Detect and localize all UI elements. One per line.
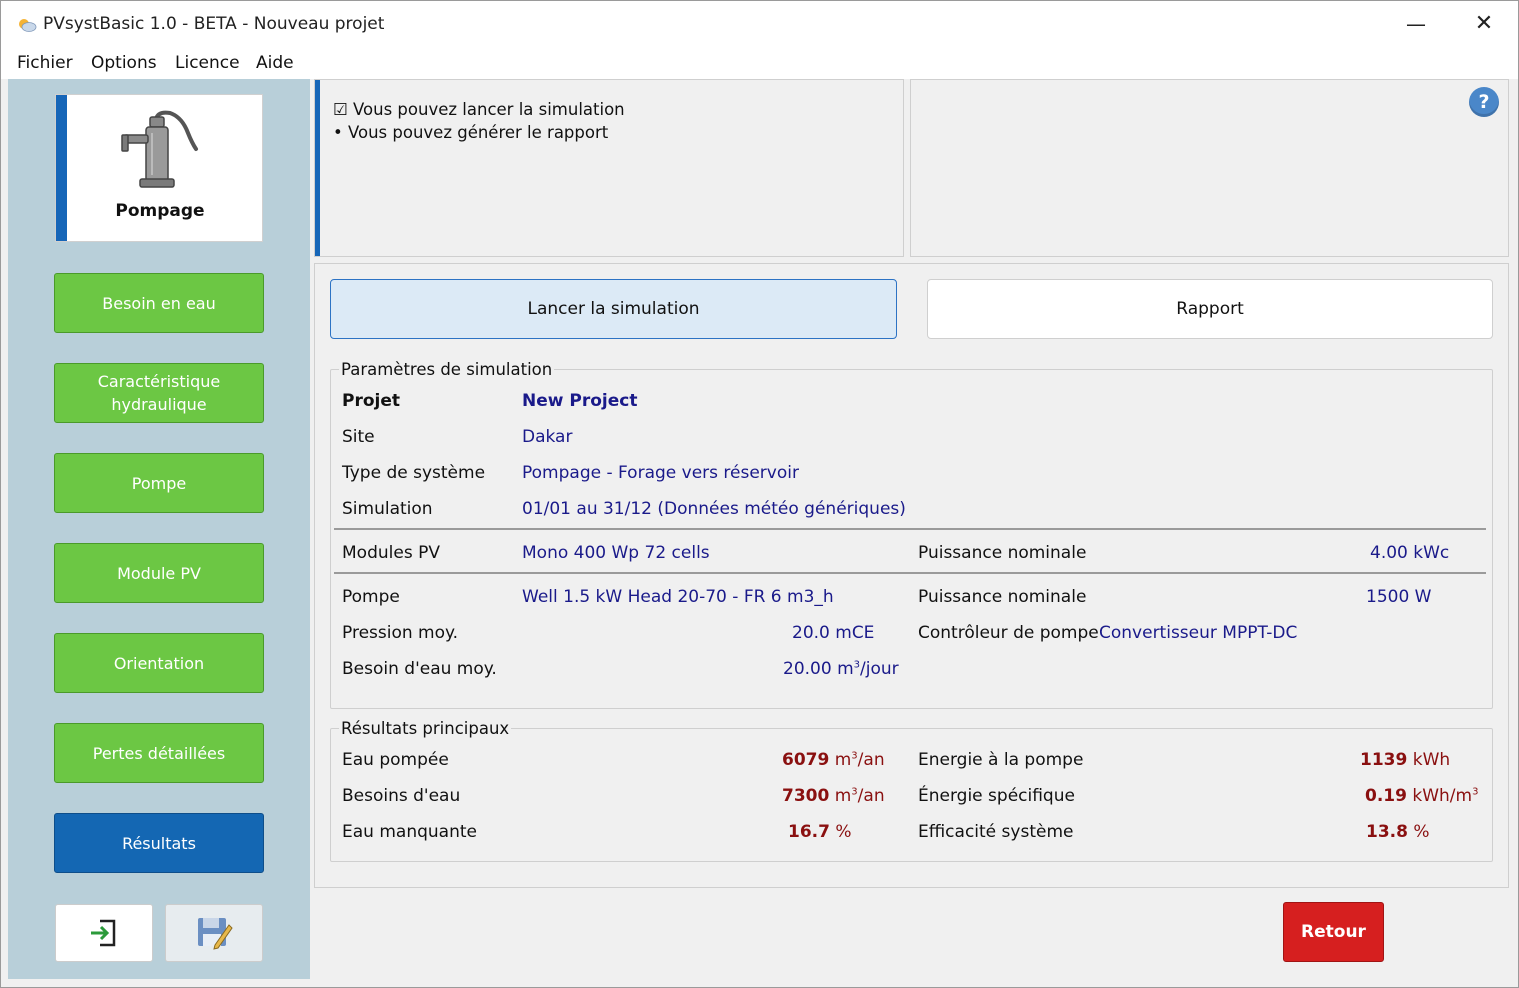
nav-pompe[interactable]: Pompe bbox=[54, 453, 264, 513]
help-icon[interactable]: ? bbox=[1469, 87, 1499, 117]
water-pump-icon bbox=[121, 110, 198, 188]
separator bbox=[334, 528, 1486, 530]
param-pompe-label: Pompe bbox=[342, 587, 400, 607]
result-manquante-unit: % bbox=[829, 822, 852, 842]
nav-pertes-detaillees[interactable]: Pertes détaillées bbox=[54, 723, 264, 783]
result-energie-unit: kWh bbox=[1407, 750, 1451, 770]
result-besoins-label: Besoins d'eau bbox=[342, 786, 461, 806]
mode-card-label: Pompage bbox=[115, 201, 205, 221]
window-title: PVsystBasic 1.0 - BETA - Nouveau projet bbox=[43, 14, 385, 34]
result-energie-label: Energie à la pompe bbox=[918, 750, 1084, 770]
param-pompe-power-label: Puissance nominale bbox=[918, 587, 1087, 607]
status-line-report: • Vous pouvez générer le rapport bbox=[333, 123, 609, 142]
result-eau-pompee-value: 6079 m3/an bbox=[782, 750, 885, 770]
import-icon bbox=[91, 919, 116, 947]
param-controleur-value: Convertisseur MPPT-DC bbox=[1099, 623, 1298, 643]
result-eau-pompee-unit: m bbox=[829, 750, 852, 770]
nav-orientation[interactable]: Orientation bbox=[54, 633, 264, 693]
param-controleur-label: Contrôleur de pompe bbox=[918, 623, 1099, 643]
menu-options[interactable]: Options bbox=[91, 53, 157, 73]
result-specifique-unit: kWh/m bbox=[1406, 786, 1473, 806]
mode-card-pompage[interactable]: Pompage bbox=[55, 94, 263, 242]
retour-button[interactable]: Retour bbox=[1283, 902, 1384, 962]
result-efficacite-unit: % bbox=[1407, 822, 1430, 842]
result-manquante-label: Eau manquante bbox=[342, 822, 477, 842]
param-besoin-number: 20.00 m bbox=[783, 659, 854, 679]
nav-resultats[interactable]: Résultats bbox=[54, 813, 264, 873]
title-bar: PVsystBasic 1.0 - BETA - Nouveau projet … bbox=[1, 1, 1518, 49]
param-type-label: Type de système bbox=[342, 463, 486, 483]
param-pression-label: Pression moy. bbox=[342, 623, 459, 643]
param-simulation-label: Simulation bbox=[342, 499, 433, 519]
param-besoin-value: 20.00 m3/jour bbox=[783, 659, 899, 679]
result-eau-pompee-unit2: /an bbox=[857, 750, 885, 770]
result-eau-pompee-label: Eau pompée bbox=[342, 750, 449, 770]
separator bbox=[334, 572, 1486, 574]
result-specifique-label: Énergie spécifique bbox=[918, 786, 1075, 806]
main-results-legend: Résultats principaux bbox=[341, 719, 510, 738]
main-results-group: Résultats principaux bbox=[330, 719, 1493, 862]
menu-licence[interactable]: Licence bbox=[175, 53, 240, 73]
status-panel: ☑ Vous pouvez lancer la simulation • Vou… bbox=[314, 79, 904, 257]
close-button[interactable]: ✕ bbox=[1467, 7, 1501, 41]
menu-bar: Fichier Options Licence Aide bbox=[1, 49, 1518, 79]
status-line-simulation: ☑ Vous pouvez lancer la simulation bbox=[333, 100, 625, 119]
minimize-button[interactable]: — bbox=[1399, 7, 1433, 41]
help-panel bbox=[910, 79, 1509, 257]
run-simulation-button[interactable]: Lancer la simulation bbox=[330, 279, 897, 339]
app-logo-icon bbox=[19, 19, 37, 32]
simulation-parameters-group: Paramètres de simulation bbox=[330, 360, 1493, 709]
param-besoin-label: Besoin d'eau moy. bbox=[342, 659, 497, 679]
param-projet-label: Projet bbox=[342, 391, 401, 411]
result-besoins-unit: m bbox=[829, 786, 852, 806]
simulation-parameters-legend: Paramètres de simulation bbox=[341, 360, 553, 379]
result-energie-number: 1139 bbox=[1360, 750, 1408, 770]
param-modules-power-value: 4.00 kWc bbox=[1370, 543, 1450, 563]
param-site-value: Dakar bbox=[522, 427, 573, 447]
result-eau-pompee-number: 6079 bbox=[782, 750, 830, 770]
param-site-label: Site bbox=[342, 427, 375, 447]
nav-caracteristique-hydraulique[interactable]: Caractéristique hydraulique bbox=[54, 363, 264, 423]
result-besoins-value: 7300 m3/an bbox=[782, 786, 885, 806]
result-specifique-value: 0.19 kWh/m3 bbox=[1365, 786, 1478, 806]
save-button[interactable] bbox=[165, 904, 263, 962]
result-energie-value: 1139 kWh bbox=[1360, 750, 1450, 770]
nav-besoin-en-eau[interactable]: Besoin en eau bbox=[54, 273, 264, 333]
param-besoin-unit: /jour bbox=[860, 659, 899, 679]
result-specifique-sup: 3 bbox=[1472, 786, 1479, 798]
status-accent-bar bbox=[315, 80, 320, 256]
param-modules-value: Mono 400 Wp 72 cells bbox=[522, 543, 710, 563]
save-icon bbox=[198, 918, 233, 950]
result-besoins-number: 7300 bbox=[782, 786, 830, 806]
param-modules-power-label: Puissance nominale bbox=[918, 543, 1087, 563]
result-besoins-unit2: /an bbox=[857, 786, 885, 806]
nav-module-pv[interactable]: Module PV bbox=[54, 543, 264, 603]
result-efficacite-label: Efficacité système bbox=[918, 822, 1074, 842]
param-projet-value: New Project bbox=[522, 391, 638, 411]
result-efficacite-value: 13.8 % bbox=[1366, 822, 1430, 842]
menu-fichier[interactable]: Fichier bbox=[17, 53, 73, 73]
result-specifique-number: 0.19 bbox=[1365, 786, 1407, 806]
result-manquante-value: 16.7 % bbox=[788, 822, 852, 842]
param-pression-value: 20.0 mCE bbox=[792, 623, 875, 643]
param-simulation-value: 01/01 au 31/12 (Données météo génériques… bbox=[522, 499, 906, 519]
param-type-value: Pompage - Forage vers réservoir bbox=[522, 463, 799, 483]
result-efficacite-number: 13.8 bbox=[1366, 822, 1408, 842]
result-manquante-number: 16.7 bbox=[788, 822, 830, 842]
param-modules-label: Modules PV bbox=[342, 543, 440, 563]
report-button[interactable]: Rapport bbox=[927, 279, 1493, 339]
param-pompe-power-value: 1500 W bbox=[1366, 587, 1432, 607]
param-pompe-value: Well 1.5 kW Head 20-70 - FR 6 m3_h bbox=[522, 587, 834, 607]
import-button[interactable] bbox=[55, 904, 153, 962]
menu-aide[interactable]: Aide bbox=[256, 53, 294, 73]
